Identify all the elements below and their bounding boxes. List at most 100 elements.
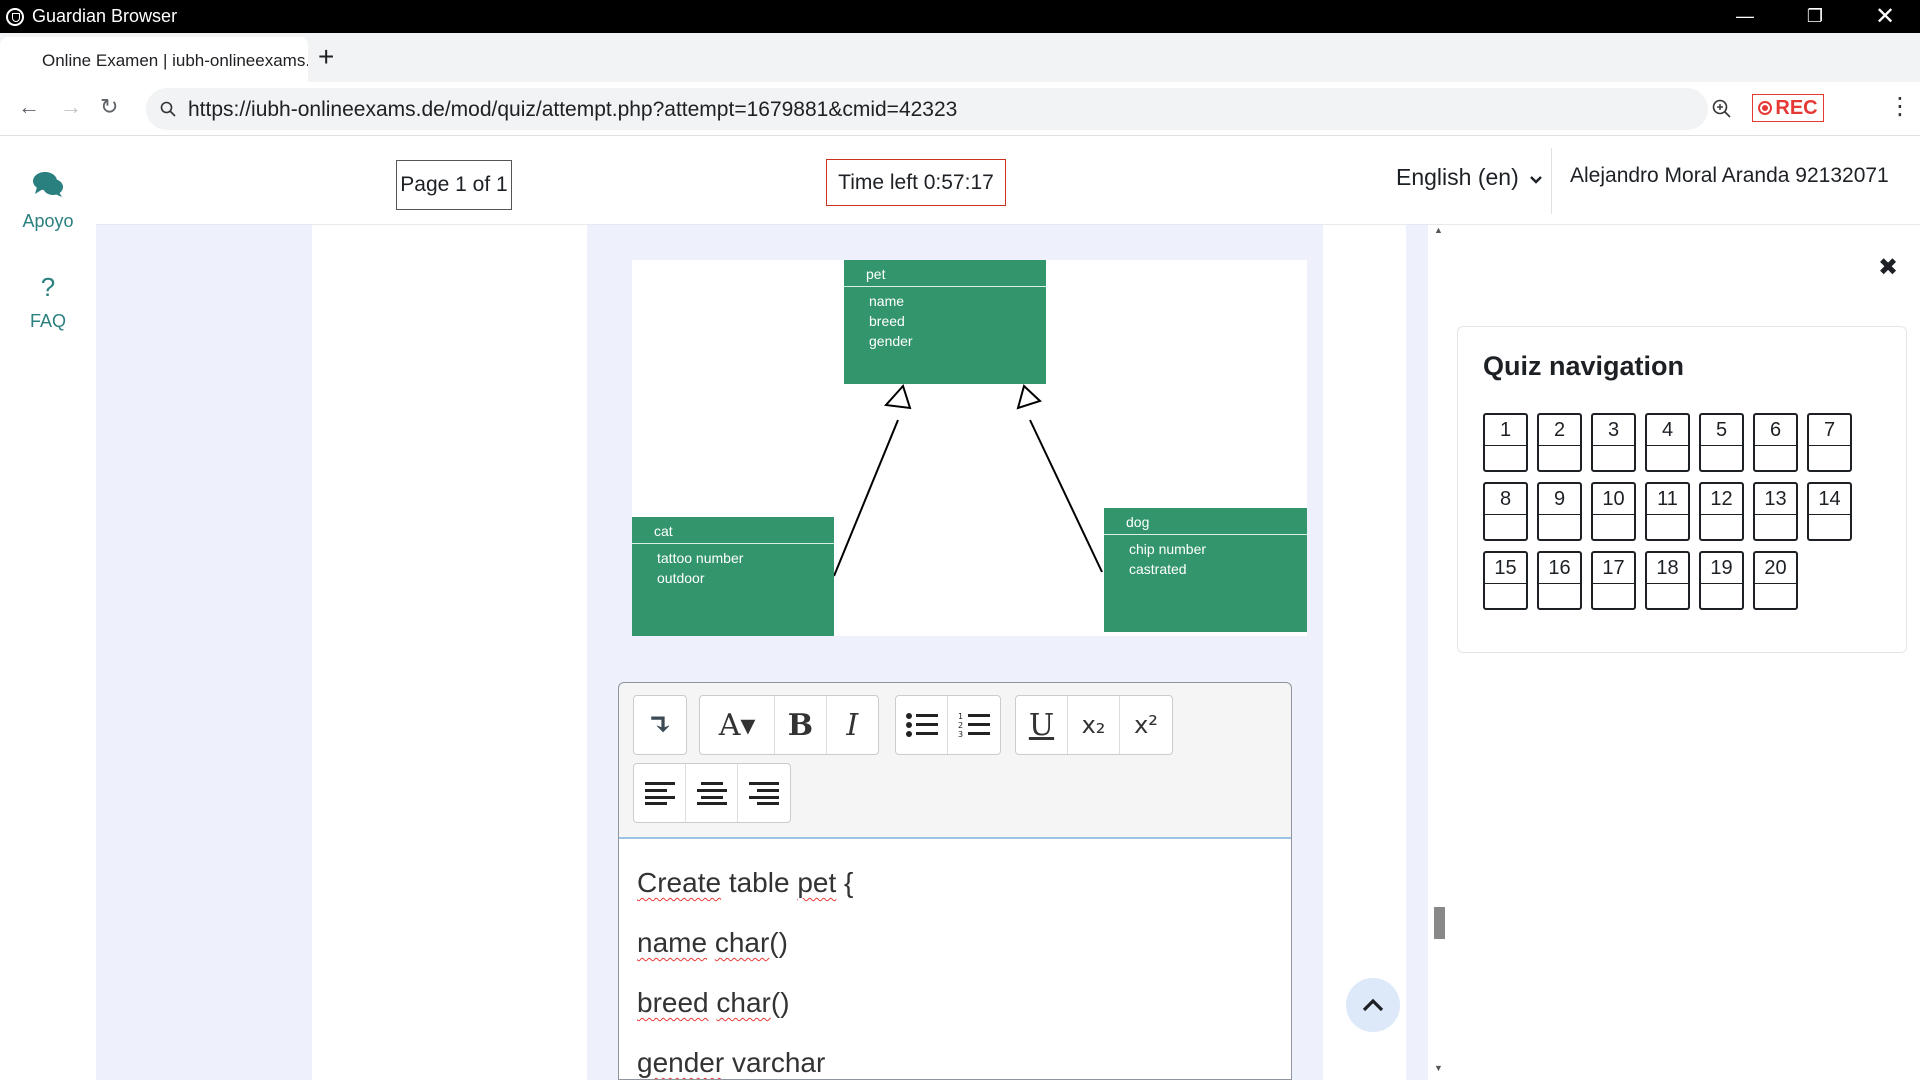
- bullet-list-icon: [905, 713, 938, 737]
- align-center-button[interactable]: [686, 764, 738, 822]
- tab-title: Online Examen | iubh-onlineexams.de: [42, 51, 308, 70]
- question-button-14[interactable]: 14: [1807, 482, 1852, 541]
- question-number: 17: [1593, 553, 1634, 584]
- quiz-header: Page 1 of 1 Time left 0:57:17 English (e…: [96, 136, 1920, 225]
- question-number: 11: [1647, 484, 1688, 515]
- header-divider: [1551, 148, 1552, 214]
- align-right-button[interactable]: [738, 764, 790, 822]
- question-button-16[interactable]: 16: [1537, 551, 1582, 610]
- question-button-19[interactable]: 19: [1699, 551, 1744, 610]
- question-button-9[interactable]: 9: [1537, 482, 1582, 541]
- question-number: 9: [1539, 484, 1580, 515]
- uml-attribute: name: [869, 293, 905, 309]
- ordered-list-button[interactable]: 1 2 3: [948, 696, 1000, 754]
- question-button-13[interactable]: 13: [1753, 482, 1798, 541]
- tab-strip: Online Examen | iubh-onlineexams.de +: [0, 33, 1920, 82]
- rec-label: REC: [1775, 96, 1818, 119]
- page-scrollbar[interactable]: ▲ ▼: [1428, 225, 1446, 1080]
- editor-line: name char(): [637, 927, 788, 958]
- align-left-button[interactable]: [634, 764, 686, 822]
- timer: Time left 0:57:17: [826, 159, 1006, 206]
- uml-attribute: tattoo number: [657, 550, 744, 566]
- svg-text:2: 2: [958, 721, 963, 730]
- user-name[interactable]: Alejandro Moral Aranda 92132071: [1570, 164, 1889, 188]
- scrollbar-thumb[interactable]: [1434, 907, 1445, 939]
- guardian-shield-icon: [6, 7, 24, 26]
- question-number: 5: [1701, 415, 1742, 446]
- uml-class-title: pet: [844, 260, 1046, 287]
- chevron-up-icon: [1362, 998, 1384, 1012]
- question-button-3[interactable]: 3: [1591, 413, 1636, 472]
- tab-online-examen[interactable]: Online Examen | iubh-onlineexams.de: [0, 37, 308, 82]
- numbered-list-icon: 1 2 3: [958, 712, 990, 739]
- uml-attribute: gender: [869, 333, 913, 349]
- chevron-down-icon: [1530, 176, 1542, 184]
- record-icon: [1758, 101, 1773, 115]
- support-link[interactable]: Apoyo: [0, 170, 96, 232]
- question-number: 20: [1755, 553, 1796, 584]
- uml-attribute: breed: [869, 313, 905, 329]
- back-arrow-icon[interactable]: ←: [18, 94, 40, 120]
- question-button-18[interactable]: 18: [1645, 551, 1690, 610]
- window-titlebar: Guardian Browser — ❐ ✕: [0, 0, 1920, 33]
- uml-attribute: outdoor: [657, 570, 705, 586]
- uml-attribute: castrated: [1129, 561, 1187, 577]
- superscript-button[interactable]: x²: [1120, 696, 1172, 754]
- unordered-list-button[interactable]: [896, 696, 948, 754]
- svg-text:1: 1: [958, 712, 963, 721]
- language-selector[interactable]: English (en): [1396, 164, 1543, 191]
- scroll-up-arrow-icon[interactable]: ▲: [1434, 225, 1443, 235]
- question-number: 1: [1485, 415, 1526, 446]
- question-icon: ?: [40, 272, 56, 302]
- question-button-17[interactable]: 17: [1591, 551, 1636, 610]
- forward-arrow-icon[interactable]: →: [60, 94, 82, 120]
- question-button-10[interactable]: 10: [1591, 482, 1636, 541]
- question-button-5[interactable]: 5: [1699, 413, 1744, 472]
- question-button-15[interactable]: 15: [1483, 551, 1528, 610]
- underline-button[interactable]: U: [1016, 696, 1068, 754]
- close-window-icon[interactable]: ✕: [1850, 0, 1920, 33]
- zoom-icon[interactable]: [1712, 99, 1732, 119]
- uml-class-cat: cat tattoo number outdoor: [632, 517, 834, 636]
- toolbar-group-expand: ↴: [633, 695, 687, 755]
- support-label: Apoyo: [22, 211, 74, 231]
- question-button-7[interactable]: 7: [1807, 413, 1852, 472]
- rec-indicator: REC: [1752, 94, 1824, 122]
- font-style-button[interactable]: A▾: [700, 696, 776, 754]
- uml-attribute: chip number: [1129, 541, 1207, 557]
- uml-class-pet: pet name breed gender: [844, 260, 1046, 384]
- question-number: 8: [1485, 484, 1526, 515]
- quiz-navigation-block: Quiz navigation 1 2 3 4 5 6 7 8 9 10 11 12 13 14 15 16 1…: [1457, 326, 1907, 653]
- restore-icon[interactable]: ❐: [1780, 0, 1850, 33]
- question-number: 14: [1809, 484, 1850, 515]
- question-button-4[interactable]: 4: [1645, 413, 1690, 472]
- question-button-11[interactable]: 11: [1645, 482, 1690, 541]
- address-bar[interactable]: https://iubh-onlineexams.de/mod/quiz/att…: [146, 88, 1731, 130]
- faq-link[interactable]: ? FAQ: [0, 272, 96, 332]
- menu-kebab-icon[interactable]: ⋮: [1888, 92, 1912, 121]
- answer-text-area[interactable]: Create table pet { name char() breed cha…: [619, 837, 1291, 1079]
- scroll-down-arrow-icon[interactable]: ▼: [1434, 1063, 1443, 1073]
- show-more-buttons[interactable]: ↴: [634, 696, 686, 754]
- reload-icon[interactable]: ↻: [100, 94, 118, 120]
- question-button-6[interactable]: 6: [1753, 413, 1798, 472]
- new-tab-icon[interactable]: +: [318, 43, 334, 71]
- svg-text:3: 3: [958, 730, 963, 739]
- back-to-top-button[interactable]: [1346, 978, 1400, 1032]
- question-button-2[interactable]: 2: [1537, 413, 1582, 472]
- minimize-icon[interactable]: —: [1710, 0, 1780, 33]
- question-button-8[interactable]: 8: [1483, 482, 1528, 541]
- quiz-navigation-title: Quiz navigation: [1483, 351, 1685, 381]
- question-button-12[interactable]: 12: [1699, 482, 1744, 541]
- toolbar-group-align: [633, 763, 791, 823]
- question-button-20[interactable]: 20: [1753, 551, 1798, 610]
- close-drawer-icon[interactable]: ✖: [1878, 253, 1898, 282]
- editor-line: gender varchar: [637, 1047, 826, 1078]
- subscript-button[interactable]: x₂: [1068, 696, 1120, 754]
- align-right-icon: [749, 782, 779, 805]
- question-number: 19: [1701, 553, 1742, 584]
- italic-button[interactable]: I: [827, 696, 878, 754]
- question-button-1[interactable]: 1: [1483, 413, 1528, 472]
- bold-button[interactable]: B: [775, 696, 827, 754]
- question-number: 12: [1701, 484, 1742, 515]
